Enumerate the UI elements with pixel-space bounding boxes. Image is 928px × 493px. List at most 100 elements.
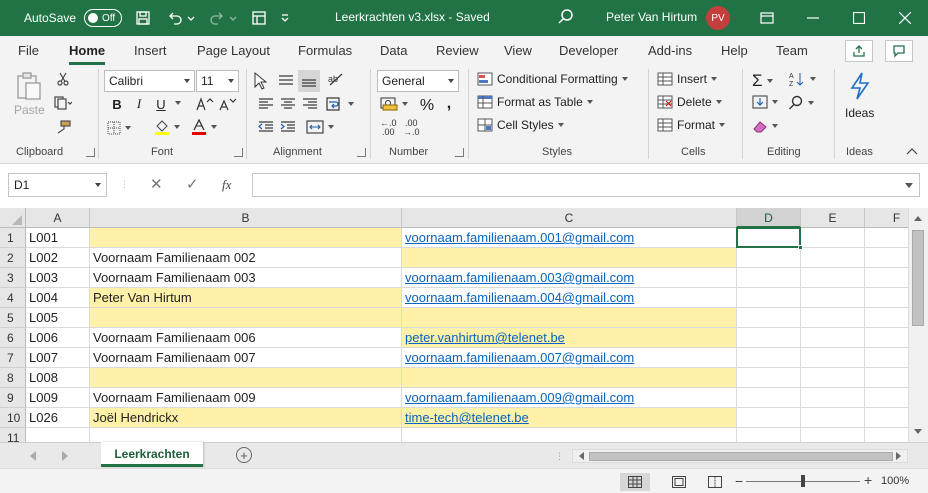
cell-c3[interactable]: voornaam.familienaam.003@gmail.com xyxy=(402,268,737,288)
underline-button[interactable]: U xyxy=(150,93,172,115)
row-header[interactable]: 7 xyxy=(0,348,26,368)
align-left-icon[interactable] xyxy=(258,97,274,111)
cell-c7[interactable]: voornaam.familienaam.007@gmail.com xyxy=(402,348,737,368)
expand-formula-bar-icon[interactable] xyxy=(905,183,913,188)
cell-b2[interactable]: Voornaam Familienaam 002 xyxy=(90,248,402,268)
cell-d3[interactable] xyxy=(737,268,801,288)
cell-f4[interactable] xyxy=(865,288,908,308)
bottom-align-icon[interactable] xyxy=(298,70,320,92)
column-header-d[interactable]: D xyxy=(737,208,801,228)
underline-dropdown-icon[interactable] xyxy=(171,101,181,105)
align-right-icon[interactable] xyxy=(302,97,318,111)
cell-c9[interactable]: voornaam.familienaam.009@gmail.com xyxy=(402,388,737,408)
font-color-icon[interactable] xyxy=(191,119,217,135)
cell-a9[interactable]: L009 xyxy=(26,388,90,408)
vertical-scrollbar[interactable] xyxy=(908,208,928,442)
close-icon[interactable] xyxy=(882,0,928,36)
row-header[interactable]: 9 xyxy=(0,388,26,408)
tab-formulas[interactable]: Formulas xyxy=(298,43,352,58)
cell-d4[interactable] xyxy=(737,288,801,308)
cell-c4[interactable]: voornaam.familienaam.004@gmail.com xyxy=(402,288,737,308)
name-box[interactable]: D1 xyxy=(8,173,107,197)
comments-button[interactable] xyxy=(885,40,913,62)
number-launcher-icon[interactable] xyxy=(455,148,464,157)
decrease-indent-icon[interactable] xyxy=(258,120,274,134)
ideas-icon[interactable] xyxy=(848,71,872,101)
cell-f2[interactable] xyxy=(865,248,908,268)
cell-e7[interactable] xyxy=(801,348,865,368)
row-header[interactable]: 10 xyxy=(0,408,26,428)
scroll-down-icon[interactable] xyxy=(910,424,926,440)
cell-e8[interactable] xyxy=(801,368,865,388)
comma-style-icon[interactable]: , xyxy=(438,93,460,115)
cell-c11[interactable] xyxy=(402,428,737,442)
ribbon-display-options-icon[interactable] xyxy=(744,0,790,36)
decrease-decimal-icon[interactable]: .00 →.0 xyxy=(403,119,420,137)
active-cell-selection[interactable] xyxy=(736,227,801,248)
cell-e6[interactable] xyxy=(801,328,865,348)
cell-e2[interactable] xyxy=(801,248,865,268)
cell-e3[interactable] xyxy=(801,268,865,288)
align-center-icon[interactable] xyxy=(280,97,296,111)
cell-d9[interactable] xyxy=(737,388,801,408)
cell-d6[interactable] xyxy=(737,328,801,348)
row-header[interactable]: 11 xyxy=(0,428,26,442)
copy-icon[interactable] xyxy=(54,96,72,110)
next-sheet-icon[interactable] xyxy=(62,451,68,461)
cell-f3[interactable] xyxy=(865,268,908,288)
tab-add-ins[interactable]: Add-ins xyxy=(648,43,692,58)
decrease-font-size-icon[interactable] xyxy=(219,97,237,111)
redo-dropdown-icon[interactable] xyxy=(228,7,238,29)
cell-b8[interactable] xyxy=(90,368,402,388)
tab-page-layout[interactable]: Page Layout xyxy=(197,43,270,58)
cell-a8[interactable]: L008 xyxy=(26,368,90,388)
horizontal-scrollbar[interactable] xyxy=(572,449,908,463)
cell-b5[interactable] xyxy=(90,308,402,328)
column-header-f[interactable]: F xyxy=(865,208,908,228)
cell-a2[interactable]: L002 xyxy=(26,248,90,268)
cell-c10[interactable]: time-tech@telenet.be xyxy=(402,408,737,428)
cell-f5[interactable] xyxy=(865,308,908,328)
cell-f1[interactable] xyxy=(865,228,908,248)
tab-team[interactable]: Team xyxy=(776,43,808,58)
user-name[interactable]: Peter Van Hirtum xyxy=(606,10,697,24)
normal-view-icon[interactable] xyxy=(620,473,650,491)
redo-icon[interactable] xyxy=(206,7,228,29)
cell-f11[interactable] xyxy=(865,428,908,442)
cell-b3[interactable]: Voornaam Familienaam 003 xyxy=(90,268,402,288)
cell-a10[interactable]: L026 xyxy=(26,408,90,428)
find-select-icon[interactable] xyxy=(788,95,814,111)
cell-c6[interactable]: peter.vanhirtum@telenet.be xyxy=(402,328,737,348)
horizontal-scroll-thumb[interactable] xyxy=(589,452,893,461)
format-painter-icon[interactable] xyxy=(55,120,71,134)
tab-developer[interactable]: Developer xyxy=(559,43,618,58)
cell-styles-button[interactable]: Cell Styles xyxy=(477,118,564,132)
scroll-left-icon[interactable] xyxy=(573,448,589,464)
cell-d7[interactable] xyxy=(737,348,801,368)
undo-dropdown-icon[interactable] xyxy=(186,7,196,29)
wrap-text-icon[interactable] xyxy=(326,96,354,112)
font-size-input[interactable]: 11 xyxy=(196,70,239,92)
cell-f9[interactable] xyxy=(865,388,908,408)
cell-f10[interactable] xyxy=(865,408,908,428)
avatar[interactable]: PV xyxy=(706,6,730,30)
alignment-launcher-icon[interactable] xyxy=(357,148,366,157)
cell-d10[interactable] xyxy=(737,408,801,428)
zoom-slider-thumb[interactable] xyxy=(801,475,805,487)
save-icon[interactable] xyxy=(132,7,154,29)
increase-font-size-icon[interactable] xyxy=(196,97,214,111)
cell-e1[interactable] xyxy=(801,228,865,248)
collapse-ribbon-icon[interactable] xyxy=(906,147,918,155)
cell-d11[interactable] xyxy=(737,428,801,442)
cell-a5[interactable]: L005 xyxy=(26,308,90,328)
maximize-icon[interactable] xyxy=(836,0,882,36)
scroll-up-icon[interactable] xyxy=(910,210,926,226)
cell-a11[interactable] xyxy=(26,428,90,442)
form-icon[interactable] xyxy=(248,7,270,29)
tab-data[interactable]: Data xyxy=(380,43,407,58)
cell-c5[interactable] xyxy=(402,308,737,328)
cell-e10[interactable] xyxy=(801,408,865,428)
delete-cells-button[interactable]: Delete xyxy=(657,95,722,109)
cell-d5[interactable] xyxy=(737,308,801,328)
search-icon[interactable] xyxy=(557,8,575,29)
